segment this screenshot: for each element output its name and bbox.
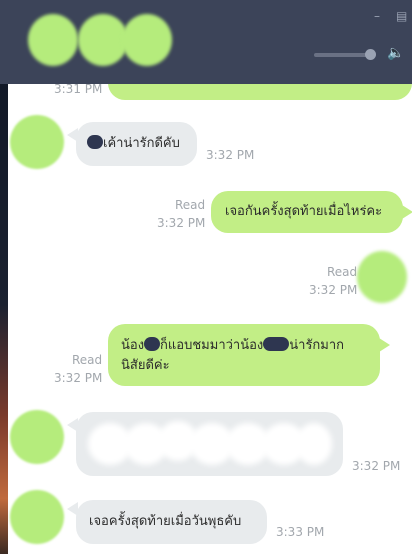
message-text: น่ารักมาก xyxy=(289,338,345,353)
incoming-message-bubble[interactable]: เจอครั้งสุดท้ายเมื่อวันพุธคับ xyxy=(76,500,267,544)
contact-name-blur xyxy=(28,14,78,66)
contact-name-blur xyxy=(78,14,128,66)
read-receipt: Read xyxy=(72,353,103,367)
message-time: 3:32 PM xyxy=(157,216,206,230)
maximize-icon[interactable]: ▤ xyxy=(396,10,407,22)
redacted-text xyxy=(263,337,290,351)
incoming-message-bubble[interactable]: เค้าน่ารักดีคับ xyxy=(76,122,197,166)
message-content: เค้าน่ารักดีคับ xyxy=(87,134,180,154)
previous-outgoing-bubble xyxy=(108,84,412,100)
message-time: 3:33 PM xyxy=(276,525,325,539)
contact-avatar[interactable] xyxy=(10,410,64,464)
speaker-icon[interactable]: 🔈 xyxy=(387,45,404,61)
message-time: 3:32 PM xyxy=(206,148,255,162)
message-time: 3:32 PM xyxy=(54,371,103,385)
message-text: เจอครั้งสุดท้ายเมื่อวันพุธคับ xyxy=(89,514,242,529)
contact-avatar[interactable] xyxy=(10,490,64,544)
message-time: 3:31 PM xyxy=(54,84,103,96)
chat-window-titlebar[interactable]: – ▤ 🔈 xyxy=(0,0,412,84)
redacted-text xyxy=(87,135,103,149)
redacted-text-blur xyxy=(296,423,332,465)
read-receipt: Read xyxy=(327,265,358,279)
message-text: น้อง xyxy=(121,338,145,353)
message-text: เค้าน่ารักดีคับ xyxy=(103,136,180,151)
message-time: 3:32 PM xyxy=(309,283,358,297)
read-receipt: Read xyxy=(175,198,206,212)
message-line-1: น้อง ก็แอบชมมาว่าน้อง น่ารักมาก xyxy=(121,336,344,356)
message-line-2: นิสัยดีค่ะ xyxy=(121,358,170,373)
contact-avatar[interactable] xyxy=(10,115,64,169)
redacted-text xyxy=(144,337,161,351)
minimize-icon[interactable]: – xyxy=(374,10,380,22)
message-text: เจอกันครั้งสุดท้ายเมื่อไหร่คะ xyxy=(225,204,383,219)
incoming-message-bubble[interactable] xyxy=(76,412,343,476)
outgoing-message-bubble[interactable]: น้อง ก็แอบชมมาว่าน้อง น่ารักมาก นิสัยดีค่ะ xyxy=(108,324,380,386)
message-text: ก็แอบชมมาว่าน้อง xyxy=(160,338,264,353)
bubble-tail xyxy=(402,205,412,219)
sticker-blur[interactable] xyxy=(357,251,407,303)
bubble-tail xyxy=(379,338,390,352)
volume-slider-handle[interactable] xyxy=(365,49,376,60)
message-time: 3:32 PM xyxy=(352,459,401,473)
contact-name-blur xyxy=(122,14,172,66)
chat-message-area[interactable]: 3:31 PM เค้าน่ารักดีคับ 3:32 PM Read 3:3… xyxy=(8,84,412,554)
outgoing-message-bubble[interactable]: เจอกันครั้งสุดท้ายเมื่อไหร่คะ xyxy=(211,191,403,233)
